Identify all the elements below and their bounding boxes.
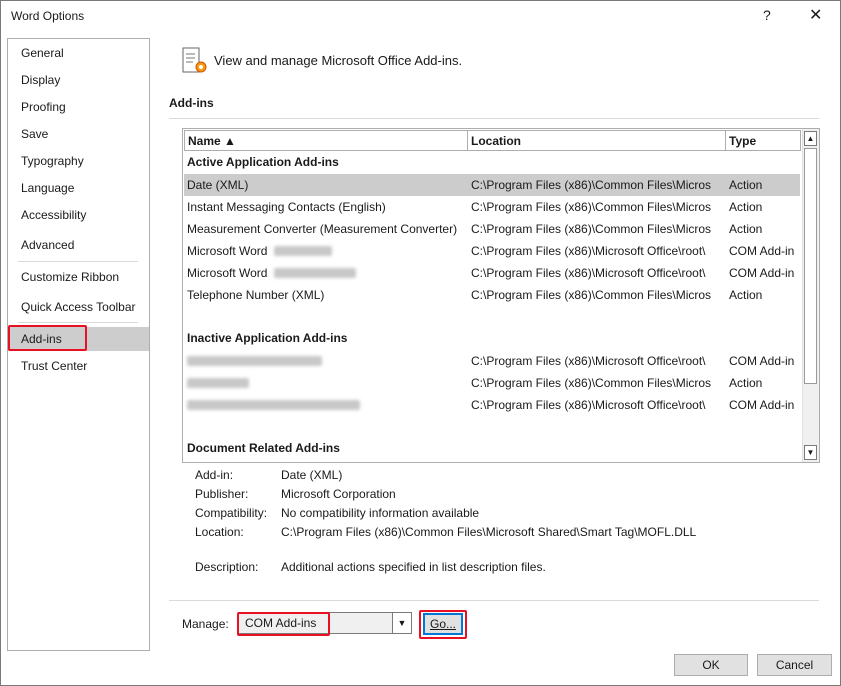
cell-type: Action bbox=[729, 288, 763, 302]
ok-button[interactable]: OK bbox=[674, 654, 748, 676]
nav-item-display[interactable]: Display bbox=[8, 68, 149, 92]
highlight-add-ins-nav bbox=[8, 325, 87, 351]
title-bar: Word Options ? ✕ bbox=[1, 1, 840, 33]
nav-item-quick-access-toolbar[interactable]: Quick Access Toolbar bbox=[8, 295, 149, 319]
page-header-text: View and manage Microsoft Office Add-ins… bbox=[214, 53, 463, 68]
addins-gear-icon bbox=[182, 47, 207, 73]
cell-type: Action bbox=[729, 178, 763, 192]
table-row[interactable]: Microsoft Word C:\Program Files (x86)\Mi… bbox=[184, 262, 800, 284]
table-row[interactable]: C:\Program Files (x86)\Common Files\Micr… bbox=[184, 372, 800, 394]
cell-type: COM Add-in bbox=[729, 266, 795, 280]
detail-description-value: Additional actions specified in list des… bbox=[281, 560, 546, 574]
cell-location: C:\Program Files (x86)\Microsoft Office\… bbox=[471, 244, 706, 258]
detail-location-value: C:\Program Files (x86)\Common Files\Micr… bbox=[281, 525, 697, 539]
cell-type: COM Add-in bbox=[729, 244, 795, 258]
nav-item-language[interactable]: Language bbox=[8, 176, 149, 200]
cell-name: Instant Messaging Contacts (English) bbox=[187, 200, 386, 214]
nav-item-proofing[interactable]: Proofing bbox=[8, 95, 149, 119]
table-row[interactable]: C:\Program Files (x86)\Microsoft Office\… bbox=[184, 394, 800, 416]
detail-compat-value: No compatibility information available bbox=[281, 506, 480, 520]
scroll-thumb[interactable] bbox=[804, 148, 817, 384]
list-scrollbar[interactable]: ▲ ▼ bbox=[802, 129, 819, 462]
group-header-active: Active Application Add-ins bbox=[187, 155, 339, 169]
dialog-title: Word Options bbox=[11, 9, 85, 23]
scroll-up-icon[interactable]: ▲ bbox=[804, 131, 817, 146]
cell-name: Measurement Converter (Measurement Conve… bbox=[187, 222, 458, 236]
nav-item-general[interactable]: General bbox=[8, 41, 149, 65]
detail-publisher-value: Microsoft Corporation bbox=[281, 487, 396, 501]
highlight-go-button bbox=[419, 610, 467, 639]
cell-location: C:\Program Files (x86)\Common Files\Micr… bbox=[471, 200, 712, 214]
redacted-text bbox=[274, 246, 332, 256]
detail-addin-label: Add-in: bbox=[195, 468, 234, 482]
group-header-document: Document Related Add-ins bbox=[187, 441, 340, 455]
cell-location: C:\Program Files (x86)\Common Files\Micr… bbox=[471, 222, 712, 236]
nav-item-save[interactable]: Save bbox=[8, 122, 149, 146]
cell-type: Action bbox=[729, 222, 763, 236]
redacted-text bbox=[187, 400, 360, 410]
detail-description-label: Description: bbox=[195, 560, 259, 574]
nav-item-advanced[interactable]: Advanced bbox=[8, 233, 149, 257]
detail-location-label: Location: bbox=[195, 525, 244, 539]
section-title: Add-ins bbox=[169, 96, 214, 110]
group-header-inactive: Inactive Application Add-ins bbox=[187, 331, 348, 345]
cancel-button[interactable]: Cancel bbox=[757, 654, 832, 676]
manage-divider bbox=[169, 600, 819, 601]
cell-location: C:\Program Files (x86)\Common Files\Micr… bbox=[471, 178, 712, 192]
section-divider bbox=[169, 118, 819, 119]
table-row[interactable]: Instant Messaging Contacts (English) C:\… bbox=[184, 196, 800, 218]
cell-type: COM Add-in bbox=[729, 398, 795, 412]
help-icon[interactable]: ? bbox=[763, 7, 771, 23]
manage-label: Manage: bbox=[182, 617, 229, 631]
column-header-type[interactable]: Type bbox=[725, 130, 801, 151]
table-row[interactable]: Telephone Number (XML) C:\Program Files … bbox=[184, 284, 800, 306]
column-header-location[interactable]: Location bbox=[467, 130, 726, 151]
cell-name: Date (XML) bbox=[187, 178, 249, 192]
nav-item-trust-center[interactable]: Trust Center bbox=[8, 354, 149, 378]
nav-item-typography[interactable]: Typography bbox=[8, 149, 149, 173]
table-row[interactable]: Measurement Converter (Measurement Conve… bbox=[184, 218, 800, 240]
addins-list[interactable]: Name ▲ Location Type Active Application … bbox=[182, 128, 820, 463]
detail-publisher-label: Publisher: bbox=[195, 487, 249, 501]
nav-divider bbox=[18, 261, 138, 262]
cell-location: C:\Program Files (x86)\Common Files\Micr… bbox=[471, 376, 712, 390]
cell-type: Action bbox=[729, 200, 763, 214]
cell-name: Microsoft Word bbox=[187, 244, 268, 258]
cell-location: C:\Program Files (x86)\Microsoft Office\… bbox=[471, 354, 706, 368]
cell-location: C:\Program Files (x86)\Microsoft Office\… bbox=[471, 266, 706, 280]
highlight-manage-select bbox=[237, 612, 330, 636]
cell-location: C:\Program Files (x86)\Microsoft Office\… bbox=[471, 398, 706, 412]
close-icon[interactable]: ✕ bbox=[809, 5, 822, 25]
detail-compat-label: Compatibility: bbox=[195, 506, 268, 520]
table-row[interactable]: Date (XML) C:\Program Files (x86)\Common… bbox=[184, 174, 800, 196]
cell-name: Microsoft Word bbox=[187, 266, 268, 280]
table-row[interactable]: Microsoft Word C:\Program Files (x86)\Mi… bbox=[184, 240, 800, 262]
cell-location: C:\Program Files (x86)\Common Files\Micr… bbox=[471, 288, 712, 302]
table-row[interactable]: C:\Program Files (x86)\Microsoft Office\… bbox=[184, 350, 800, 372]
nav-item-accessibility[interactable]: Accessibility bbox=[8, 203, 149, 227]
column-header-name[interactable]: Name ▲ bbox=[184, 130, 468, 151]
redacted-text bbox=[274, 268, 356, 278]
nav-item-customize-ribbon[interactable]: Customize Ribbon bbox=[8, 265, 149, 289]
cell-type: Action bbox=[729, 376, 763, 390]
redacted-text bbox=[187, 356, 322, 366]
scroll-down-icon[interactable]: ▼ bbox=[804, 445, 817, 460]
redacted-text bbox=[187, 378, 249, 388]
chevron-down-icon[interactable]: ▼ bbox=[392, 613, 411, 633]
cell-name: Telephone Number (XML) bbox=[187, 288, 325, 302]
nav-divider bbox=[18, 322, 138, 323]
detail-addin-value: Date (XML) bbox=[281, 468, 343, 482]
cell-type: COM Add-in bbox=[729, 354, 795, 368]
